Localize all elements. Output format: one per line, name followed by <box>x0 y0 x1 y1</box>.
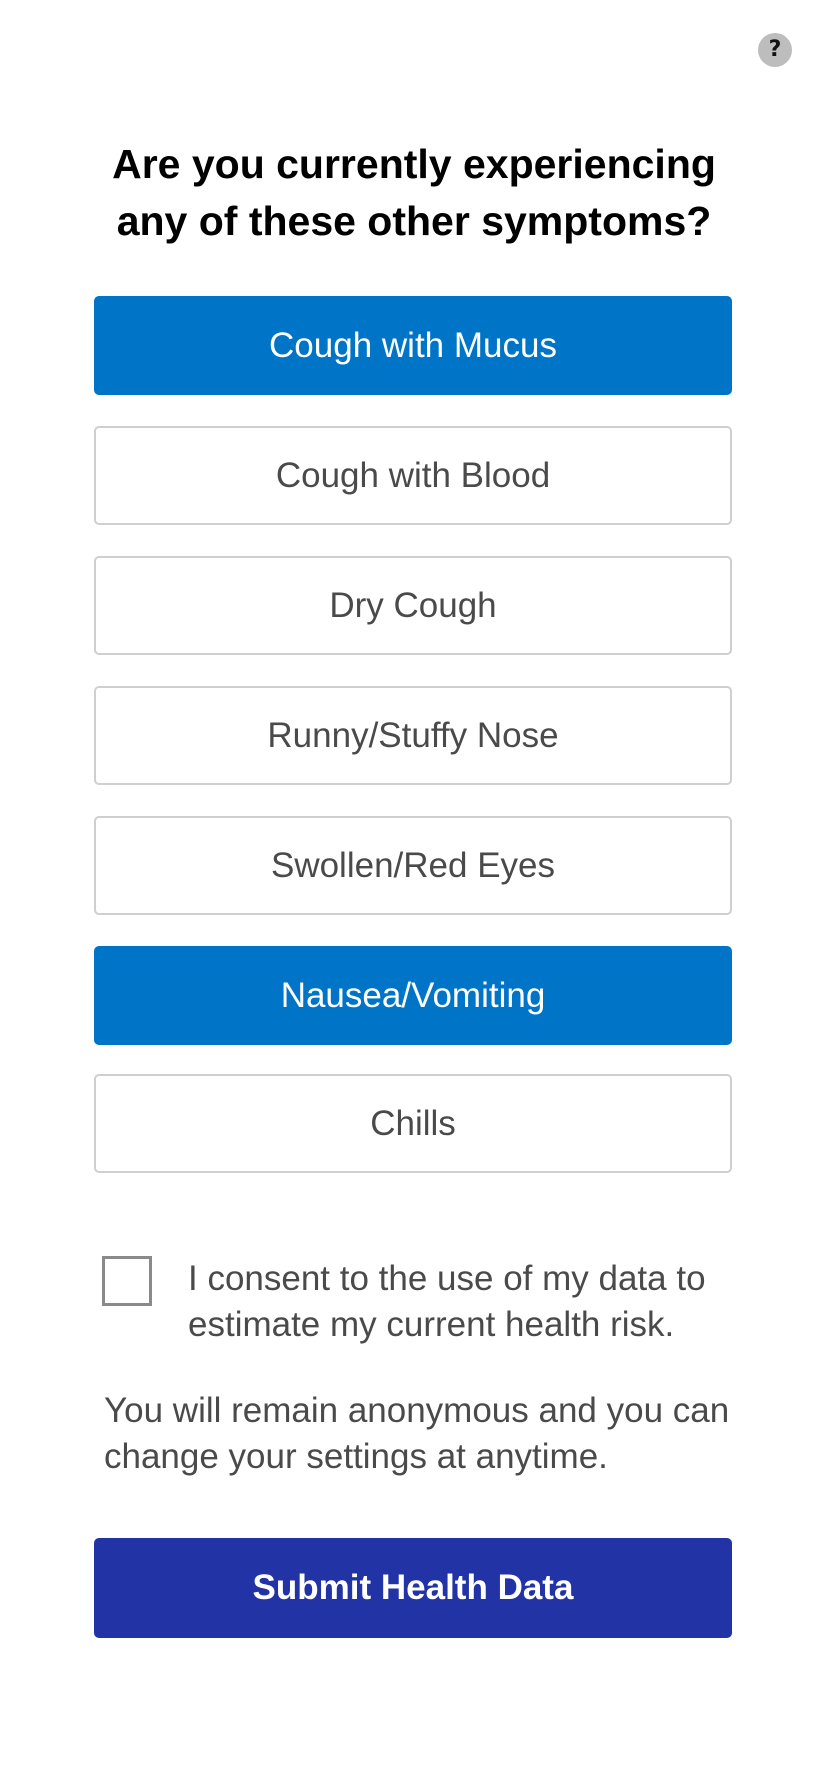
option-runny-stuffy-nose[interactable]: Runny/Stuffy Nose <box>94 686 732 785</box>
option-swollen-red-eyes[interactable]: Swollen/Red Eyes <box>94 816 732 915</box>
option-cough-with-mucus[interactable]: Cough with Mucus <box>94 296 732 395</box>
option-dry-cough[interactable]: Dry Cough <box>94 556 732 655</box>
consent-checkbox[interactable] <box>102 1256 152 1306</box>
submit-button[interactable]: Submit Health Data <box>94 1538 732 1638</box>
consent-label: I consent to the use of my data to estim… <box>188 1259 706 1344</box>
option-cough-with-blood[interactable]: Cough with Blood <box>94 426 732 525</box>
anonymity-note: You will remain anonymous and you can ch… <box>104 1391 730 1476</box>
page-title: Are you currently experiencing any of th… <box>112 141 716 244</box>
option-chills[interactable]: Chills <box>94 1074 732 1173</box>
option-nausea-vomiting[interactable]: Nausea/Vomiting <box>94 946 732 1045</box>
help-icon[interactable]: ? <box>758 33 792 67</box>
consent-row: I consent to the use of my data to estim… <box>102 1256 742 1356</box>
